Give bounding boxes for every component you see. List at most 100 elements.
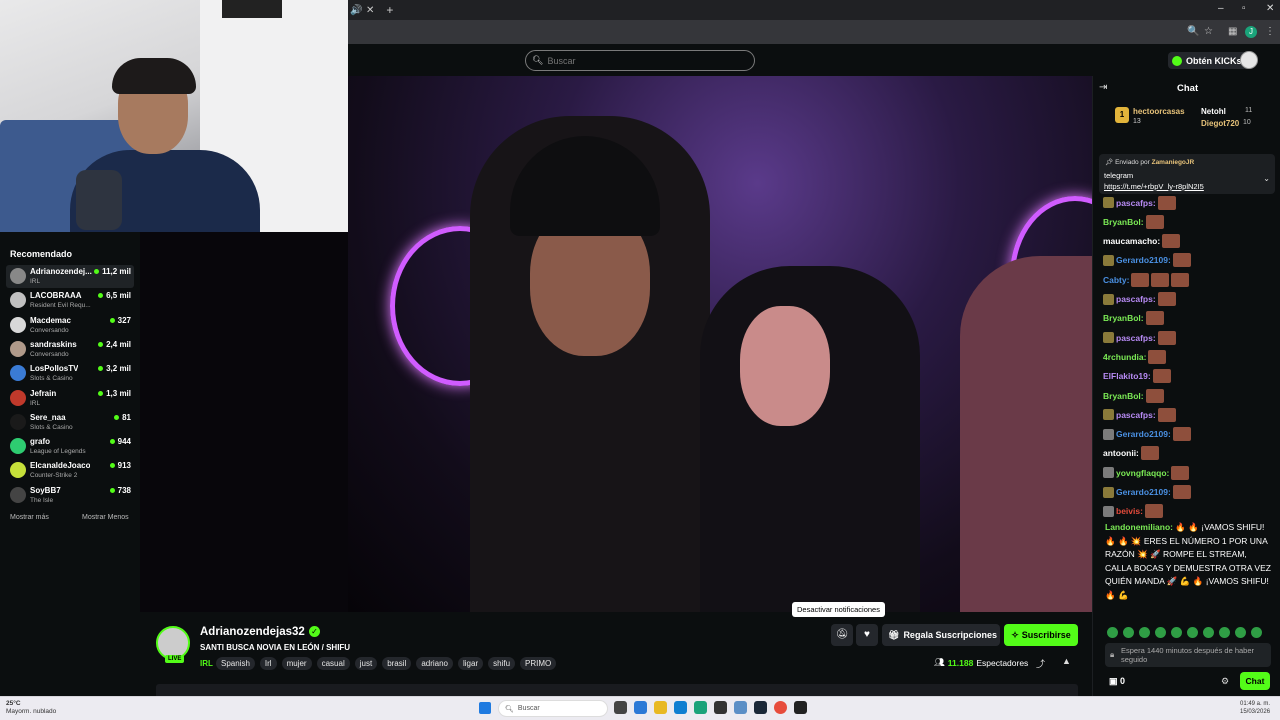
chat-username[interactable]: pascafps: [1116,410,1156,420]
system-clock[interactable]: 01:49 a. m. 15/03/2026 [1240,700,1270,716]
gifter-name[interactable]: Diegot720 [1201,119,1239,128]
follow-button[interactable]: ♥ [856,624,878,646]
emote-icon[interactable] [1155,627,1166,638]
app-icon[interactable] [794,701,807,714]
sidebar-channel[interactable]: Adrianozendej... IRL 11,2 mil [6,265,134,288]
stream-tag[interactable]: ligar [458,657,484,670]
channel-points[interactable]: ▣ 0 [1109,676,1125,687]
chat-username[interactable]: Gerardo2109: [1116,255,1171,265]
sidebar-channel[interactable]: Sere_naa Slots & Casino 81 [6,411,134,434]
chat-username[interactable]: antoonii: [1103,448,1139,458]
send-chat-button[interactable]: Chat [1240,672,1270,690]
maximize-icon[interactable]: ▫ [1242,3,1246,14]
close-window-icon[interactable]: ✕ [1266,3,1274,14]
chat-username[interactable]: BryanBol: [1103,313,1144,323]
windows-start-icon[interactable] [479,702,491,714]
search-input[interactable] [547,55,738,66]
emote-icon[interactable] [1235,627,1246,638]
stream-tag[interactable]: adriano [416,657,453,670]
zoom-icon[interactable]: 🔍 [1187,26,1199,37]
emote-icon[interactable] [1251,627,1262,638]
taskbar-search[interactable]: 🔍︎ Buscar [498,700,608,717]
profile-avatar[interactable]: J [1245,26,1257,38]
sidebar-channel[interactable]: Jefrain IRL 1,3 mil [6,387,134,410]
app-icon[interactable] [734,701,747,714]
chat-username[interactable]: ElFlakito19: [1103,371,1151,381]
close-tab-icon[interactable]: ✕ [366,5,374,16]
chat-username[interactable]: Landonemiliano: [1105,522,1173,532]
stream-tag[interactable]: Spanish [216,657,255,670]
stream-tag[interactable]: brasil [382,657,412,670]
steam-icon[interactable] [754,701,767,714]
app-icon[interactable] [714,701,727,714]
chat-username[interactable]: 4rchundia: [1103,352,1146,362]
emote-icon[interactable] [1187,627,1198,638]
sidebar-channel[interactable]: grafo League of Legends 944 [6,435,134,458]
channel-name[interactable]: Adrianozendejas32 [200,626,305,638]
sidebar-channel[interactable]: Macdemac Conversando 327 [6,314,134,337]
stream-tag[interactable]: shifu [488,657,516,670]
sub-badge-icon [1103,486,1114,498]
stream-tag[interactable]: mujer [281,657,312,670]
sidebar-channel[interactable]: LosPollosTV Slots & Casino 3,2 mil [6,362,134,385]
search-bar[interactable]: 🔍︎ [525,50,755,71]
chat-username[interactable]: BryanBol: [1103,391,1144,401]
chat-username[interactable]: maucamacho: [1103,236,1160,246]
notifications-button[interactable]: 🔕︎ [831,624,853,646]
new-tab-icon[interactable]: + [386,3,393,17]
subscribe-button[interactable]: ✧ Suscribirse [1004,624,1078,646]
stream-tag[interactable]: Irl [259,657,277,670]
emote-icon[interactable] [1171,627,1182,638]
emote-icon[interactable] [1203,627,1214,638]
menu-dots-icon[interactable]: ⋮ [1265,26,1275,37]
store-icon[interactable] [674,701,687,714]
chat-username[interactable]: Gerardo2109: [1116,429,1171,439]
bookmark-star-icon[interactable]: ☆ [1204,26,1213,37]
gifter-name[interactable]: hectoorcasas [1133,107,1185,116]
audio-icon[interactable]: 🔊 [350,5,362,16]
collapse-chat-icon[interactable]: ⇥ [1099,82,1107,93]
chat-username[interactable]: Gerardo2109: [1116,487,1171,497]
share-icon[interactable]: ⤴ [1036,657,1045,670]
chat-username[interactable]: pascafps: [1116,333,1156,343]
chat-input[interactable]: 🔒︎ Espera 1440 minutos después de haber … [1105,643,1271,667]
chat-username[interactable]: pascafps: [1116,198,1156,208]
pinned-link[interactable]: https://t.me/+rbpV_ly-r8plN2I5 [1104,182,1204,191]
sidebar-channel[interactable]: SoyBB7 The Isle 738 [6,484,134,507]
chat-username[interactable]: pascafps: [1116,294,1156,304]
stream-tag[interactable]: casual [316,657,350,670]
stream-category[interactable]: IRL [200,659,213,668]
chat-settings-icon[interactable]: ⚙ [1221,676,1229,687]
gifter-name[interactable]: Netohl [1201,107,1226,116]
sidebar-channel[interactable]: ElcanaldeJoaco Counter-Strike 2 913 [6,459,134,482]
chat-username[interactable]: beivis: [1116,506,1143,516]
emote-icon[interactable] [1139,627,1150,638]
task-view-icon[interactable] [614,701,627,714]
pinned-sender-name[interactable]: ZamaniegoJR [1152,159,1195,166]
sidebar-channel[interactable]: sandraskins Conversando 2,4 mil [6,338,134,361]
channel-avatar [10,438,26,455]
edge-icon[interactable] [694,701,707,714]
show-less-link[interactable]: Mostrar Menos [82,514,129,521]
chat-username[interactable]: BryanBol: [1103,217,1144,227]
sidebar-channel[interactable]: LACOBRAAA Resident Evil Requ... 6,5 mil [6,289,134,312]
chat-username[interactable]: yovngflaqqo: [1116,468,1169,478]
stream-tag[interactable]: PRIMO [520,657,557,670]
user-avatar[interactable] [1240,51,1258,69]
emote-icon[interactable] [1219,627,1230,638]
emote-icon[interactable] [1123,627,1134,638]
emote-icon[interactable] [1107,627,1118,638]
expand-chevron-icon[interactable]: ⌄ [1263,174,1270,183]
extensions-icon[interactable]: ▦ [1228,26,1237,37]
weather-widget[interactable]: 25°C Mayorm. nublado [6,700,56,716]
show-more-link[interactable]: Mostrar más [10,514,49,521]
chat-username[interactable]: Cabty: [1103,275,1129,285]
copilot-icon[interactable] [634,701,647,714]
report-icon[interactable]: ▲ [1062,656,1071,666]
clock-time: 01:49 a. m. [1240,701,1271,707]
gift-subs-button[interactable]: 🎁︎ Regala Suscripciones [882,624,1000,646]
minimize-icon[interactable]: – [1218,3,1224,14]
stream-tag[interactable]: just [354,657,378,670]
chrome-icon[interactable] [774,701,787,714]
file-explorer-icon[interactable] [654,701,667,714]
